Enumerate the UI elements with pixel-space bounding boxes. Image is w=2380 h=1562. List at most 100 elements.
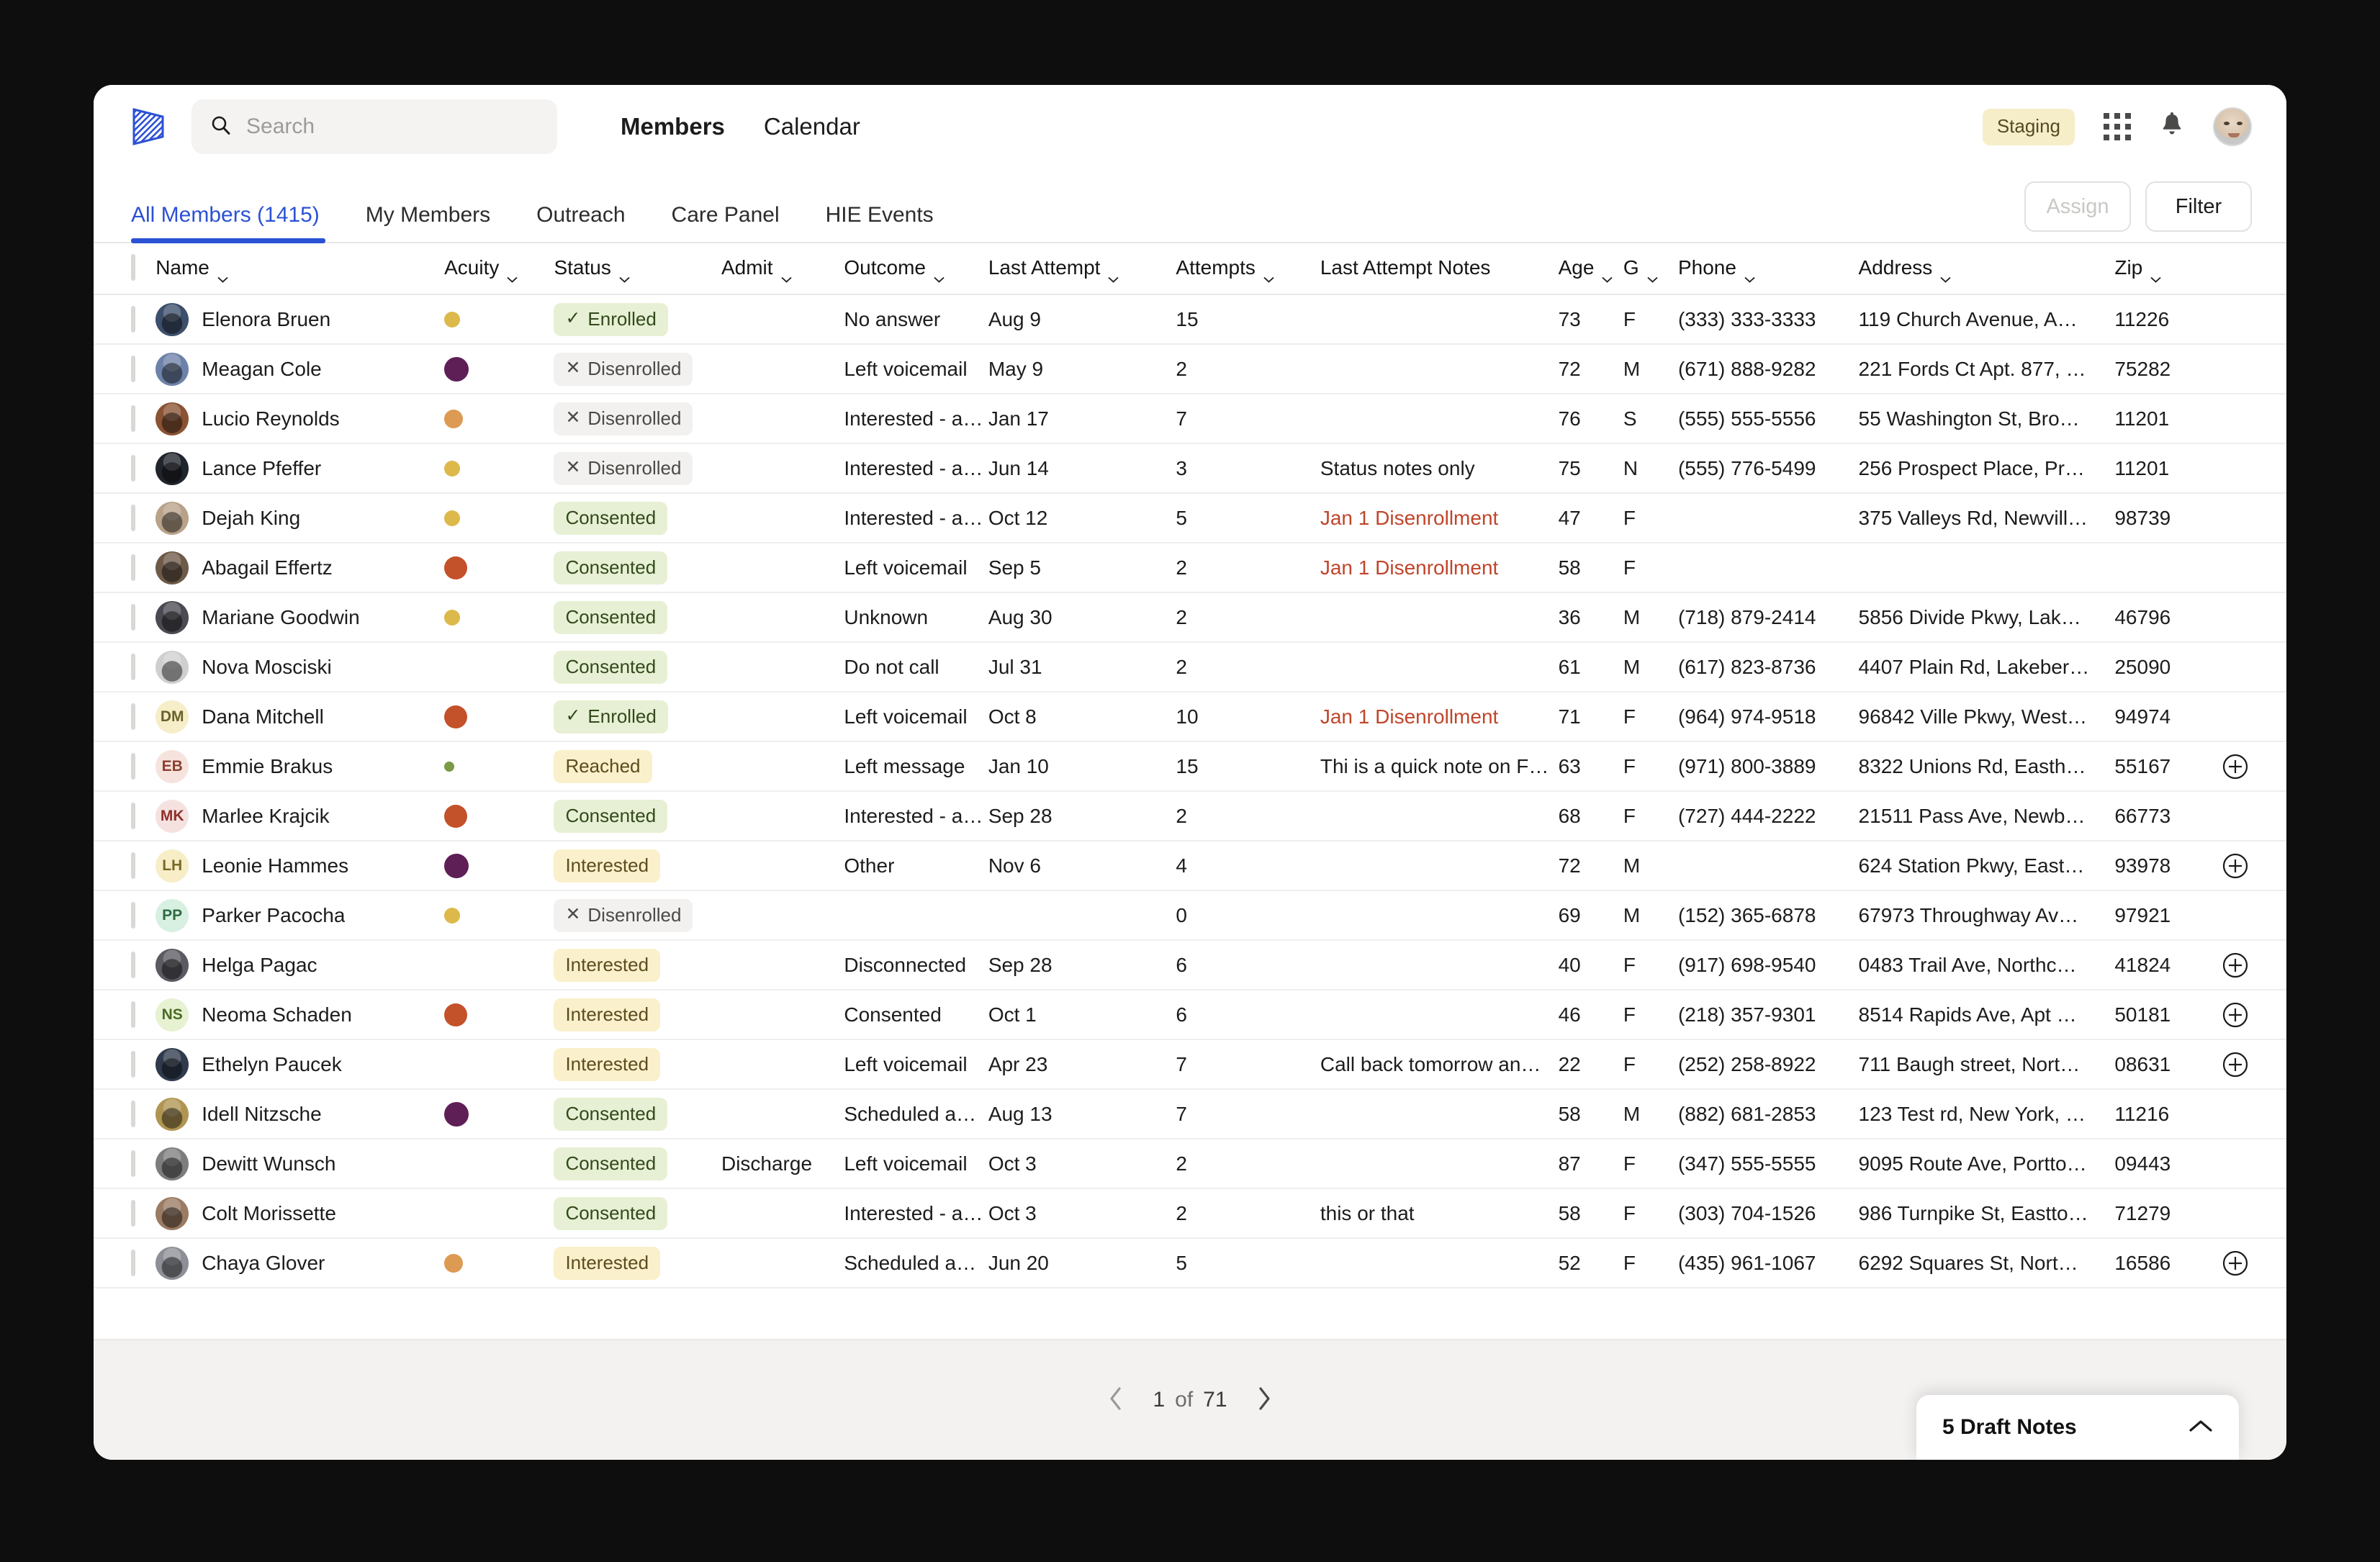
row-checkbox[interactable] <box>131 901 135 929</box>
row-checkbox[interactable] <box>131 1249 135 1276</box>
member-name-cell[interactable]: LH Leonie Hammes <box>155 841 445 891</box>
row-checkbox[interactable] <box>131 1100 135 1127</box>
table-row[interactable]: Helga Pagac Interested Disconnected Sep 28 6… <box>94 940 2286 990</box>
table-row[interactable]: LH Leonie Hammes Interested Other Nov 6 4 72 M 6… <box>94 841 2286 891</box>
header-zip[interactable]: Zip <box>2114 243 2222 295</box>
row-checkbox[interactable] <box>131 305 135 333</box>
add-note-icon[interactable] <box>2222 753 2249 780</box>
table-row[interactable]: Idell Nitzsche Consented Scheduled a… Aug 1… <box>94 1089 2286 1139</box>
row-checkbox[interactable] <box>131 703 135 730</box>
header-gender[interactable]: G <box>1623 243 1678 295</box>
draft-notes-panel[interactable]: 5 Draft Notes <box>1916 1395 2239 1460</box>
header-address[interactable]: Address <box>1858 243 2115 295</box>
member-name-cell[interactable]: Meagan Cole <box>155 344 445 394</box>
nav-link-calendar[interactable]: Calendar <box>764 113 860 140</box>
chevron-up-icon[interactable] <box>2189 1419 2213 1437</box>
add-note-icon[interactable] <box>2222 952 2249 979</box>
add-note-icon[interactable] <box>2222 852 2249 880</box>
member-name-cell[interactable]: Lucio Reynolds <box>155 394 445 444</box>
header-age[interactable]: Age <box>1558 243 1623 295</box>
row-checkbox[interactable] <box>131 653 135 680</box>
member-name-cell[interactable]: Chaya Glover <box>155 1238 445 1288</box>
row-checkbox[interactable] <box>131 405 135 432</box>
apps-grid-icon[interactable] <box>2104 113 2131 140</box>
add-note-icon[interactable] <box>2222 1250 2249 1277</box>
header-status[interactable]: Status <box>554 243 721 295</box>
tab-my-members[interactable]: My Members <box>343 203 513 242</box>
member-name-cell[interactable]: Elenora Bruen <box>155 294 445 345</box>
table-row[interactable]: EB Emmie Brakus Reached Left message Jan 10 1… <box>94 741 2286 792</box>
member-name-cell[interactable]: DM Dana Mitchell <box>155 692 445 742</box>
tab-outreach[interactable]: Outreach <box>513 203 648 242</box>
table-row[interactable]: Lucio Reynolds ✕ Disenrolled Interested - a… <box>94 394 2286 444</box>
row-checkbox[interactable] <box>131 802 135 829</box>
member-name-cell[interactable]: Lance Pfeffer <box>155 443 445 494</box>
table-row[interactable]: Nova Mosciski Consented Do not call Jul 31 2… <box>94 642 2286 692</box>
row-checkbox[interactable] <box>131 1001 135 1028</box>
header-acuity[interactable]: Acuity <box>444 243 554 295</box>
member-name-cell[interactable]: Abagail Effertz <box>155 543 445 593</box>
select-all-checkbox[interactable] <box>131 254 135 281</box>
filter-button[interactable]: Filter <box>2145 181 2252 232</box>
status-cell: Interested <box>554 990 721 1040</box>
member-name-cell[interactable]: PP Parker Pacocha <box>155 890 445 941</box>
search-box[interactable] <box>191 99 557 154</box>
header-name[interactable]: Name <box>155 243 445 295</box>
member-name-cell[interactable]: Nova Mosciski <box>155 642 445 692</box>
row-checkbox[interactable] <box>131 951 135 978</box>
row-checkbox[interactable] <box>131 852 135 879</box>
tab-care-panel[interactable]: Care Panel <box>649 203 803 242</box>
row-checkbox[interactable] <box>131 752 135 780</box>
row-checkbox[interactable] <box>131 603 135 631</box>
table-row[interactable]: Elenora Bruen ✓ Enrolled No answer Aug 9 15 73… <box>94 294 2286 345</box>
table-row[interactable]: Colt Morissette Consented Interested - a… O… <box>94 1188 2286 1239</box>
header-phone[interactable]: Phone <box>1677 243 1859 295</box>
table-row[interactable]: Meagan Cole ✕ Disenrolled Left voicemail May… <box>94 344 2286 394</box>
tab-hie-events[interactable]: HIE Events <box>803 203 957 242</box>
row-checkbox[interactable] <box>131 504 135 531</box>
notification-bell-icon[interactable] <box>2160 112 2184 143</box>
member-name-cell[interactable]: Ethelyn Paucek <box>155 1039 445 1090</box>
user-avatar[interactable] <box>2213 107 2252 146</box>
striped-flag-logo-icon[interactable] <box>131 108 166 145</box>
member-name-cell[interactable]: Dewitt Wunsch <box>155 1139 445 1189</box>
nav-link-members[interactable]: Members <box>621 113 725 140</box>
row-checkbox[interactable] <box>131 1199 135 1227</box>
header-admit[interactable]: Admit <box>721 243 844 295</box>
row-checkbox[interactable] <box>131 454 135 482</box>
row-checkbox[interactable] <box>131 554 135 581</box>
add-note-icon[interactable] <box>2222 1001 2249 1029</box>
chevron-right-icon[interactable] <box>1252 1382 1276 1419</box>
member-name-cell[interactable]: Colt Morissette <box>155 1188 445 1239</box>
header-status-label: Status <box>554 256 611 279</box>
member-name-cell[interactable]: EB Emmie Brakus <box>155 741 445 792</box>
member-name-cell[interactable]: MK Marlee Krajcik <box>155 791 445 841</box>
chevron-left-icon[interactable] <box>1104 1382 1128 1419</box>
search-input[interactable] <box>246 114 538 139</box>
table-row[interactable]: DM Dana Mitchell ✓ Enrolled Left voicemail Oc… <box>94 692 2286 742</box>
add-note-icon[interactable] <box>2222 1051 2249 1078</box>
table-row[interactable]: Abagail Effertz Consented Left voicemail Se… <box>94 543 2286 593</box>
table-row[interactable]: Chaya Glover Interested Scheduled a… Jun 20… <box>94 1238 2286 1288</box>
table-row[interactable]: MK Marlee Krajcik Consented Interested - a…… <box>94 791 2286 841</box>
tab-all-members[interactable]: All Members (1415) <box>131 203 343 243</box>
header-outcome[interactable]: Outcome <box>844 243 988 295</box>
member-name-cell[interactable]: Idell Nitzsche <box>155 1089 445 1139</box>
row-checkbox[interactable] <box>131 355 135 382</box>
table-row[interactable]: Mariane Goodwin Consented Unknown Aug 30 2 36… <box>94 592 2286 643</box>
row-checkbox[interactable] <box>131 1050 135 1078</box>
member-name-cell[interactable]: Helga Pagac <box>155 940 445 990</box>
table-row[interactable]: Dejah King Consented Interested - a… Oct 12… <box>94 493 2286 543</box>
table-row[interactable]: Ethelyn Paucek Interested Left voicemail Ap… <box>94 1039 2286 1090</box>
table-row[interactable]: Dewitt Wunsch Consented Discharge Left voic… <box>94 1139 2286 1189</box>
header-last-attempt[interactable]: Last Attempt <box>988 243 1176 295</box>
table-row[interactable]: PP Parker Pacocha ✕ Disenrolled 0 69 M (152) 36… <box>94 890 2286 941</box>
table-row[interactable]: NS Neoma Schaden Interested Consented Oct 16… <box>94 990 2286 1040</box>
row-checkbox[interactable] <box>131 1150 135 1177</box>
assign-button[interactable]: Assign <box>2024 181 2131 232</box>
table-row[interactable]: Lance Pfeffer ✕ Disenrolled Interested - a…… <box>94 443 2286 494</box>
header-attempts[interactable]: Attempts <box>1176 243 1320 295</box>
member-name-cell[interactable]: Mariane Goodwin <box>155 592 445 643</box>
member-name-cell[interactable]: Dejah King <box>155 493 445 543</box>
member-name-cell[interactable]: NS Neoma Schaden <box>155 990 445 1040</box>
